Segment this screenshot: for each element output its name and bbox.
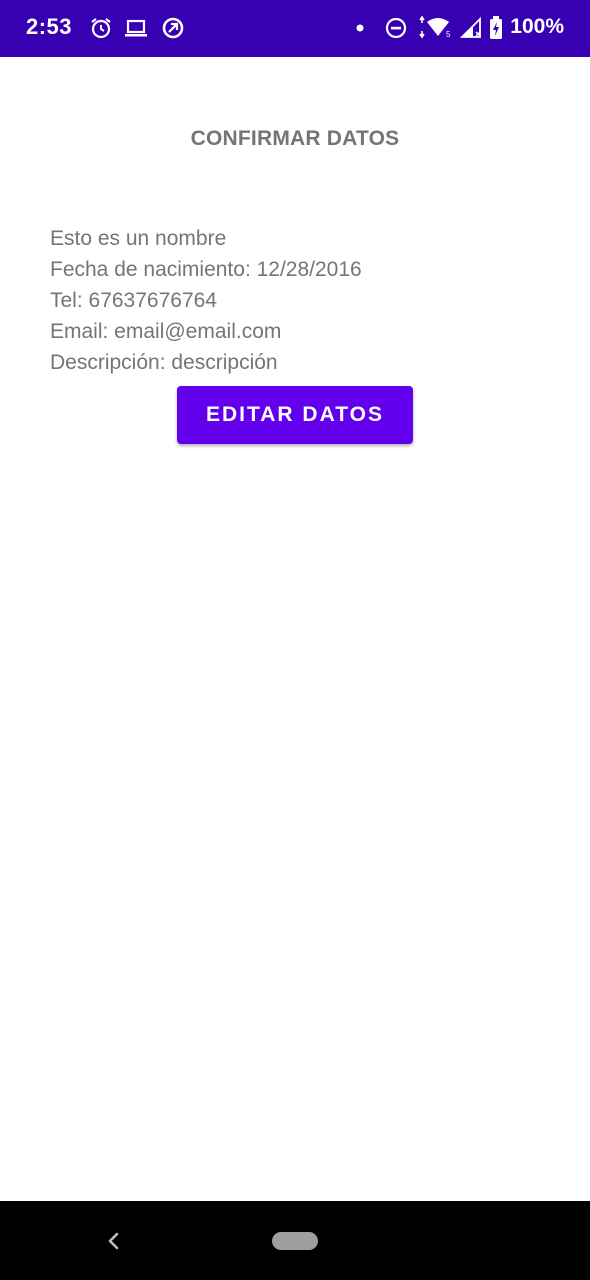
details-block: Esto es un nombre Fecha de nacimiento: 1… bbox=[50, 223, 362, 378]
screen: 2:53 5 100% CONFIRMAR DATOS Esto es un n… bbox=[0, 0, 590, 1280]
navigation-bar bbox=[0, 1201, 590, 1280]
email-text: Email: email@email.com bbox=[50, 320, 282, 343]
do-not-disturb-icon bbox=[384, 16, 408, 40]
phone-text: Tel: 67637676764 bbox=[50, 289, 217, 312]
status-bar: 2:53 5 100% bbox=[0, 0, 590, 57]
laptop-icon bbox=[124, 16, 148, 40]
name-text: Esto es un nombre bbox=[50, 227, 227, 250]
cell-signal-icon bbox=[460, 16, 484, 40]
data-saver-icon bbox=[161, 16, 185, 40]
svg-text:5: 5 bbox=[446, 30, 451, 39]
notification-dot-icon bbox=[348, 16, 372, 40]
battery-percent: 100% bbox=[510, 15, 564, 38]
status-time: 2:53 bbox=[26, 14, 73, 39]
birth-date-text: Fecha de nacimiento: 12/28/2016 bbox=[50, 258, 362, 281]
page-title: CONFIRMAR DATOS bbox=[190, 127, 400, 150]
alarm-icon bbox=[89, 16, 113, 40]
description-text: Descripción: descripción bbox=[50, 351, 278, 374]
home-pill-icon[interactable] bbox=[272, 1232, 318, 1250]
battery-charging-icon bbox=[488, 16, 504, 40]
back-icon[interactable] bbox=[100, 1227, 128, 1255]
edit-data-button[interactable]: EDITAR DATOS bbox=[177, 386, 413, 444]
wifi-icon: 5 bbox=[417, 16, 457, 40]
